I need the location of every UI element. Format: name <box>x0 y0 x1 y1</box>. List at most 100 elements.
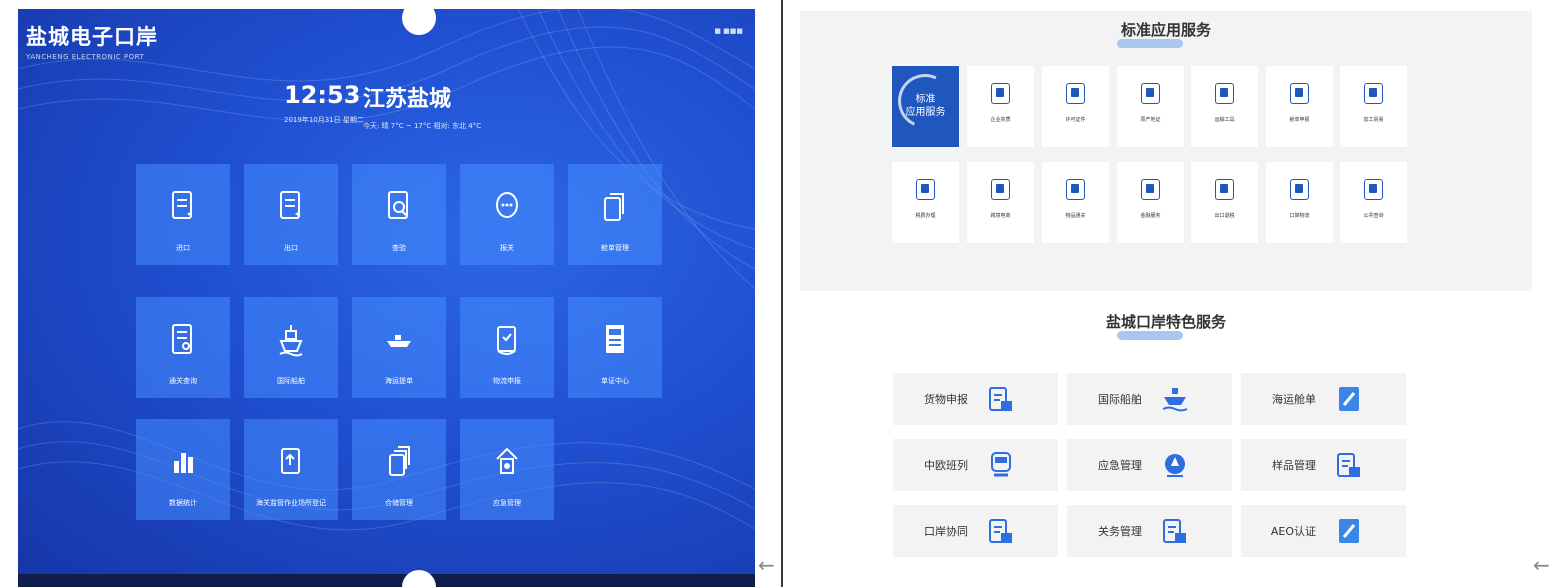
clipboard-box-icon <box>989 387 1012 411</box>
service-card[interactable]: 加工贸易 <box>1340 66 1407 147</box>
service-icon <box>991 179 1010 200</box>
top-notch <box>402 9 436 35</box>
service-icon <box>1141 83 1160 104</box>
chart-icon <box>136 445 230 479</box>
special-card-aeo[interactable]: AEO认证 <box>1241 505 1406 557</box>
service-icon <box>991 83 1010 104</box>
tile-label: 仓储管理 <box>385 499 413 507</box>
tile-label: 单证中心 <box>601 377 629 385</box>
service-label: 出口退税 <box>1214 213 1235 219</box>
tile-intl-ship[interactable]: 国际船舶 <box>244 297 338 398</box>
service-card[interactable]: 税费办理 <box>892 162 959 243</box>
service-card[interactable]: 公共查询 <box>1340 162 1407 243</box>
service-icon <box>1066 83 1085 104</box>
back-arrow-icon[interactable]: ← <box>1533 553 1550 577</box>
tile-logistics[interactable]: 物流申报 <box>460 297 554 398</box>
special-card-emergency[interactable]: 应急管理 <box>1067 439 1232 491</box>
special-card-sample-mgmt[interactable]: 样品管理 <box>1241 439 1406 491</box>
tile-clearance-query[interactable]: 通关查询 <box>136 297 230 398</box>
clipboard-icon <box>460 323 554 357</box>
special-label: 国际船舶 <box>1098 393 1142 406</box>
service-card[interactable]: 运输工具 <box>1191 66 1258 147</box>
tile-documents[interactable]: 单证中心 <box>568 297 662 398</box>
tile-warehouse[interactable]: 仓储管理 <box>352 419 446 520</box>
brand: 盐城电子口岸 YANCHENG ELECTRONIC PORT <box>26 21 158 61</box>
tile-manifest[interactable]: 舱单管理 <box>568 164 662 265</box>
tile-label: 应急管理 <box>493 499 521 507</box>
service-label: 跨境电商 <box>990 213 1011 219</box>
screenshot-root: 盐城电子口岸 YANCHENG ELECTRONIC PORT ■ ■■■ 12… <box>0 0 1563 587</box>
search-document-icon <box>352 190 446 224</box>
clipboard-box-icon <box>1337 453 1360 477</box>
special-label: 样品管理 <box>1272 459 1316 472</box>
title-underline <box>1117 331 1183 340</box>
special-label: 货物申报 <box>924 393 968 406</box>
tile-sea-bill[interactable]: 海运提单 <box>352 297 446 398</box>
tile-label: 物流申报 <box>493 377 521 385</box>
ship-icon <box>1162 388 1188 412</box>
chat-icon <box>460 190 554 224</box>
service-card[interactable]: 出口退税 <box>1191 162 1258 243</box>
stack-icon <box>352 445 446 479</box>
tile-inspection[interactable]: 查验 <box>352 164 446 265</box>
service-label: 公共查询 <box>1363 213 1384 219</box>
house-icon <box>460 445 554 479</box>
standard-services-title: 标准应用服务 <box>1120 21 1211 39</box>
weather-text: 今天: 晴 7°C ~ 17°C 相对: 东北 4°C <box>363 122 482 130</box>
special-services-title: 盐城口岸特色服务 <box>1105 313 1226 331</box>
copy-icon <box>568 190 662 224</box>
tile-label: 海关监管作业场所登记 <box>256 499 326 507</box>
clipboard-box-icon <box>989 519 1012 543</box>
service-card[interactable]: 许可证件 <box>1042 66 1109 147</box>
service-card[interactable]: 物品通关 <box>1042 162 1109 243</box>
service-card[interactable]: 企业资质 <box>967 66 1034 147</box>
tile-import[interactable]: 进口 <box>136 164 230 265</box>
notebook-icon <box>1339 519 1359 543</box>
tile-statistics[interactable]: 数据统计 <box>136 419 230 520</box>
tile-label: 数据统计 <box>169 499 197 507</box>
service-card[interactable]: 舱单申报 <box>1266 66 1333 147</box>
service-label: 口岸物流 <box>1289 213 1310 219</box>
tile-site-registration[interactable]: 海关监管作业场所登记 <box>244 419 338 520</box>
service-card[interactable]: 跨境电商 <box>967 162 1034 243</box>
back-arrow-icon[interactable]: ← <box>758 553 775 577</box>
top-right-status: ■ ■■■ <box>714 27 743 35</box>
special-card-intl-ship[interactable]: 国际船舶 <box>1067 373 1232 425</box>
service-label: 舱单申报 <box>1289 117 1310 123</box>
service-label: 运输工具 <box>1214 117 1235 123</box>
form-icon <box>136 323 230 357</box>
service-card[interactable]: 金融服务 <box>1117 162 1184 243</box>
special-card-cargo-declare[interactable]: 货物申报 <box>893 373 1058 425</box>
upload-document-icon <box>244 445 338 479</box>
document-icon <box>136 190 230 224</box>
service-portal-panel: 标准应用服务 标准 应用服务 企业资质 许可证件 原产地证 运输工具 舱单申报 … <box>800 0 1563 587</box>
special-card-port-collab[interactable]: 口岸协同 <box>893 505 1058 557</box>
tile-label: 报关 <box>500 244 514 252</box>
standard-services-feature[interactable]: 标准 应用服务 <box>892 66 959 147</box>
service-icon <box>1141 179 1160 200</box>
tile-emergency[interactable]: 应急管理 <box>460 419 554 520</box>
service-label: 企业资质 <box>990 117 1011 123</box>
tile-export[interactable]: 出口 <box>244 164 338 265</box>
train-icon <box>991 452 1011 477</box>
feature-label-line2: 应用服务 <box>905 107 946 118</box>
service-card[interactable]: 口岸物流 <box>1266 162 1333 243</box>
title-underline <box>1117 39 1183 48</box>
clock-time: 12:53 <box>284 81 361 109</box>
page-icon <box>568 323 662 357</box>
special-card-sea-manifest[interactable]: 海运舱单 <box>1241 373 1406 425</box>
tile-label: 进口 <box>176 244 190 252</box>
service-label: 原产地证 <box>1140 117 1161 123</box>
brand-subtitle: YANCHENG ELECTRONIC PORT <box>26 53 145 61</box>
special-card-china-europe-train[interactable]: 中欧班列 <box>893 439 1058 491</box>
tile-declare[interactable]: 报关 <box>460 164 554 265</box>
service-card[interactable]: 原产地证 <box>1117 66 1184 147</box>
city-name: 江苏盐城 <box>363 87 452 112</box>
special-card-customs-mgmt[interactable]: 关务管理 <box>1067 505 1232 557</box>
tile-label: 海运提单 <box>385 377 413 385</box>
service-icon <box>1066 179 1085 200</box>
service-label: 金融服务 <box>1140 213 1161 219</box>
special-label: 应急管理 <box>1098 459 1142 472</box>
special-label: 海运舱单 <box>1272 393 1316 406</box>
tile-label: 舱单管理 <box>601 244 629 252</box>
